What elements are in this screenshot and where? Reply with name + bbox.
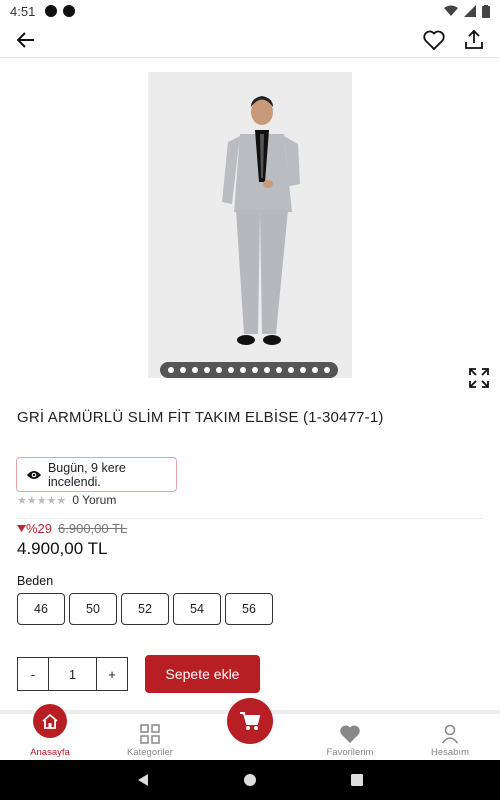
carousel-dot[interactable] — [312, 367, 318, 373]
nav-categories[interactable]: Kategoriler — [100, 714, 200, 760]
notification-icon — [45, 5, 58, 17]
user-icon — [441, 721, 459, 747]
system-back-icon[interactable] — [136, 773, 150, 787]
fullscreen-expand-icon[interactable] — [468, 367, 490, 394]
status-time: 4:51 — [10, 3, 36, 19]
nav-home-label: Anasayfa — [30, 747, 70, 758]
discount-badge: %29 — [17, 521, 52, 536]
grid-icon — [140, 721, 160, 747]
carousel-dot[interactable] — [228, 367, 234, 373]
quantity-stepper: - 1 + — [17, 657, 128, 691]
down-triangle-icon — [17, 525, 26, 532]
views-text: Bugün, 9 kere incelendi. — [47, 460, 126, 489]
size-options: 46 50 52 54 56 — [17, 593, 273, 625]
size-option-52[interactable]: 52 — [121, 593, 169, 625]
rating-stars-icon: ★★★★★ — [17, 494, 67, 507]
carousel-dot[interactable] — [300, 367, 306, 373]
price-row: %29 6.900,00 TL — [17, 521, 127, 536]
carousel-dot[interactable] — [240, 367, 246, 373]
carousel-dot[interactable] — [180, 367, 186, 373]
share-icon[interactable] — [462, 28, 486, 52]
status-bar: 4:51 — [0, 0, 500, 22]
system-home-icon[interactable] — [243, 773, 257, 787]
app-bar — [0, 22, 500, 58]
cart-icon — [227, 698, 273, 744]
nav-categories-label: Kategoriler — [127, 747, 173, 758]
divider — [17, 518, 483, 519]
carousel-dot[interactable] — [276, 367, 282, 373]
favorite-heart-icon[interactable] — [422, 28, 446, 52]
wifi-icon — [444, 5, 458, 16]
eye-icon — [26, 470, 42, 479]
size-option-54[interactable]: 54 — [173, 593, 221, 625]
quantity-decrease-button[interactable]: - — [18, 658, 48, 690]
quantity-value[interactable]: 1 — [48, 658, 97, 690]
nav-favorites-label: Favorilerim — [326, 747, 374, 758]
image-carousel-dots[interactable] — [160, 362, 338, 378]
old-price: 6.900,00 TL — [58, 521, 128, 536]
carousel-dot[interactable] — [168, 367, 174, 373]
size-option-46[interactable]: 46 — [17, 593, 65, 625]
bottom-navigation: Anasayfa Kategoriler Favorilerim Hesabım — [0, 698, 500, 760]
notification-icon — [63, 5, 76, 17]
home-icon — [33, 704, 67, 738]
battery-icon — [482, 4, 490, 18]
current-price: 4.900,00 TL — [17, 539, 108, 558]
system-recents-icon[interactable] — [350, 773, 364, 787]
heart-filled-icon — [339, 721, 361, 747]
carousel-dot[interactable] — [192, 367, 198, 373]
reviews-count[interactable]: 0 Yorum — [72, 493, 116, 507]
carousel-dot[interactable] — [288, 367, 294, 373]
back-arrow-icon[interactable] — [14, 28, 38, 52]
rating-row[interactable]: ★★★★★ 0 Yorum — [17, 493, 116, 507]
add-to-cart-button[interactable]: Sepete ekle — [145, 655, 260, 693]
system-navigation-bar — [0, 760, 500, 800]
carousel-dot[interactable] — [204, 367, 210, 373]
carousel-dot[interactable] — [324, 367, 330, 373]
nav-cart[interactable] — [200, 698, 300, 760]
carousel-dot[interactable] — [264, 367, 270, 373]
nav-favorites[interactable]: Favorilerim — [300, 714, 400, 760]
signal-icon — [464, 5, 476, 17]
discount-percent: %29 — [26, 521, 53, 536]
carousel-dot[interactable] — [216, 367, 222, 373]
size-label: Beden — [17, 574, 54, 588]
nav-account-label: Hesabım — [430, 747, 469, 758]
carousel-dot[interactable] — [252, 367, 258, 373]
nav-account[interactable]: Hesabım — [400, 714, 500, 760]
views-info-box: Bugün, 9 kere incelendi. — [16, 457, 177, 492]
size-option-50[interactable]: 50 — [69, 593, 117, 625]
size-option-56[interactable]: 56 — [225, 593, 273, 625]
product-title: GRİ ARMÜRLÜ SLİM FİT TAKIM ELBİSE (1-304… — [17, 409, 384, 426]
nav-home[interactable]: Anasayfa — [0, 704, 100, 760]
quantity-increase-button[interactable]: + — [97, 658, 127, 690]
product-image[interactable] — [148, 72, 352, 378]
